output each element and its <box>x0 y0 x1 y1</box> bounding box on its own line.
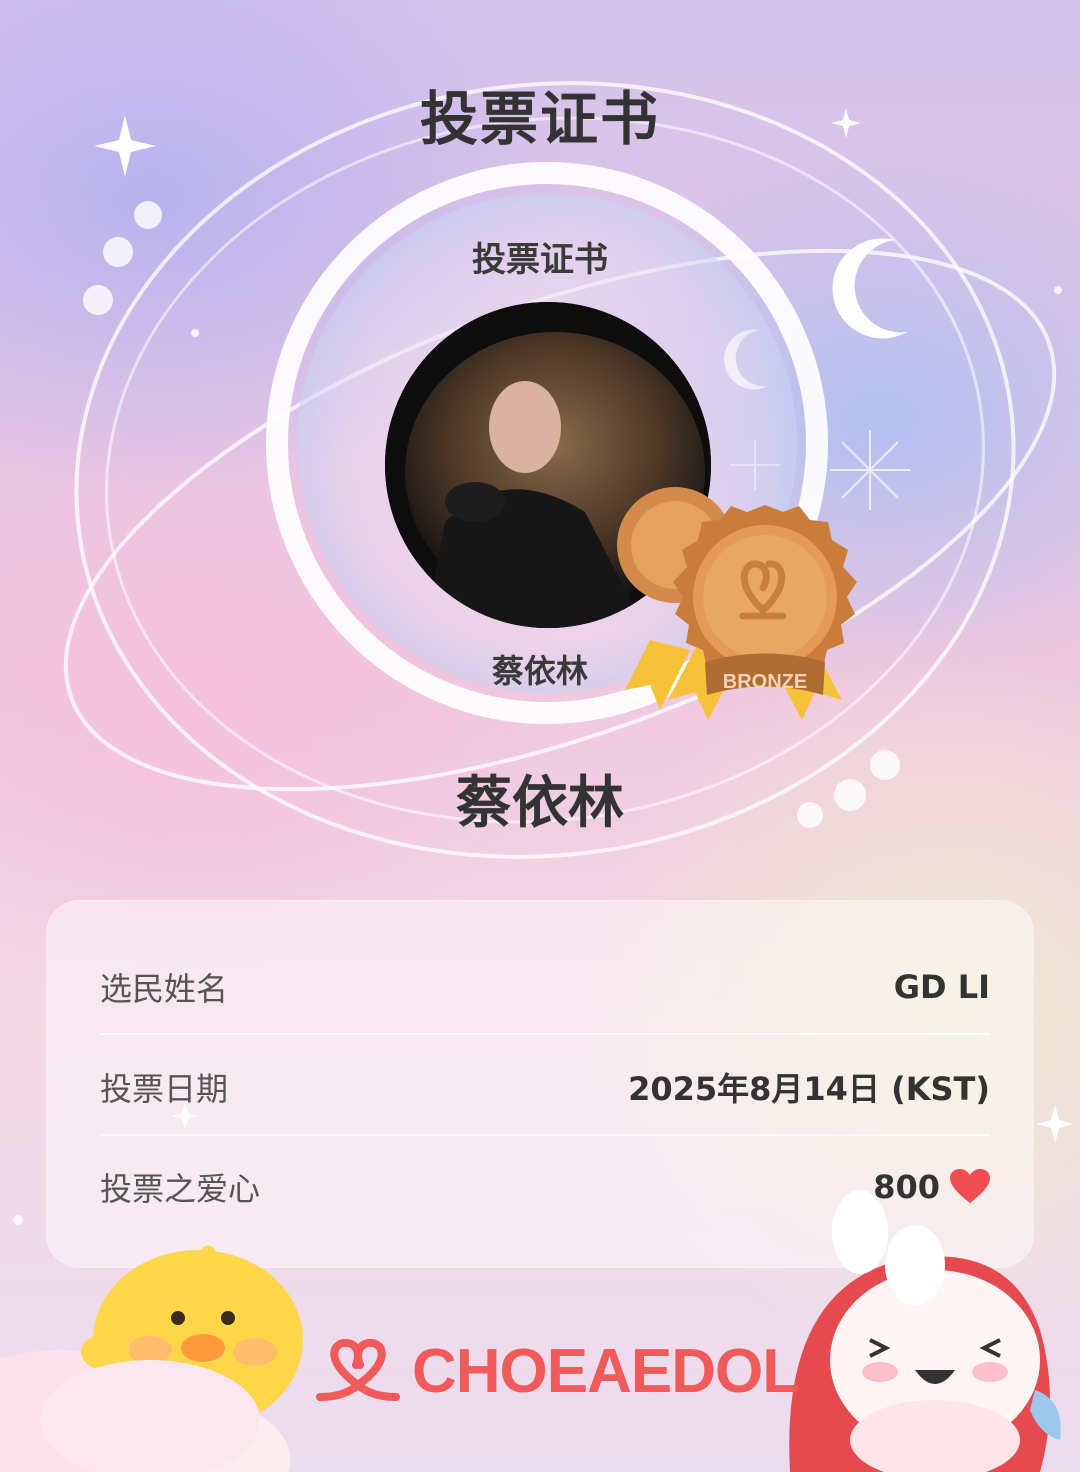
choeaedol-logo-icon <box>316 1339 400 1401</box>
brand-name: CHOEAEDOL <box>412 1336 800 1406</box>
bunny-mascot <box>789 1190 1061 1472</box>
brand-logo: CHOEAEDOL <box>314 1336 800 1406</box>
mascot-decoration <box>0 1190 1061 1472</box>
